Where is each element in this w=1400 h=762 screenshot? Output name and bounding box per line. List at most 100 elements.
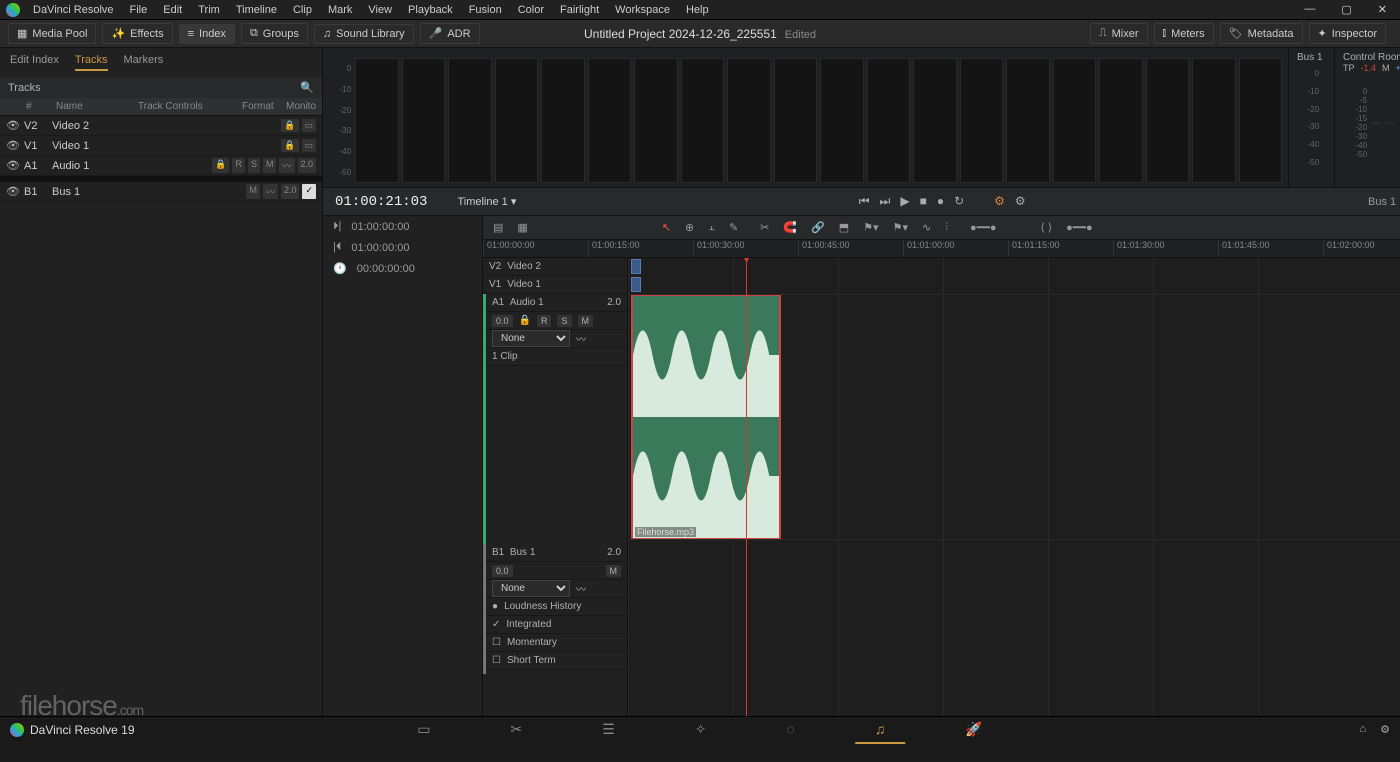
mute-button[interactable]: M: [246, 184, 260, 199]
menu-view[interactable]: View: [361, 2, 399, 18]
menu-timeline[interactable]: Timeline: [229, 2, 284, 18]
menu-trim[interactable]: Trim: [191, 2, 227, 18]
fast-forward-icon[interactable]: ⏭: [880, 194, 891, 209]
checkbox-icon[interactable]: ✓: [302, 184, 316, 199]
eye-icon[interactable]: 👁: [6, 185, 24, 198]
timeline-ruler[interactable]: 01:00:00:00 01:00:15:00 01:00:30:00 01:0…: [483, 240, 1400, 258]
effects-button[interactable]: ✨ Effects: [102, 23, 172, 44]
menu-mark[interactable]: Mark: [321, 2, 359, 18]
mute-button[interactable]: M: [578, 315, 594, 327]
index-button[interactable]: ≡ Index: [179, 24, 235, 44]
page-cut-icon[interactable]: ✂: [490, 716, 542, 744]
search-icon[interactable]: 🔍: [300, 81, 314, 94]
eye-icon[interactable]: 👁: [6, 139, 24, 152]
automation-icon[interactable]: ⚙: [994, 194, 1005, 209]
track-header-v1[interactable]: V1 Video 1: [483, 276, 627, 294]
timeline-selector[interactable]: Timeline 1 ▾: [457, 195, 516, 208]
mute-button[interactable]: M: [263, 158, 277, 173]
skip-prev-icon[interactable]: |⏴: [333, 241, 341, 254]
loop-icon[interactable]: ↻: [954, 194, 964, 209]
page-media-icon[interactable]: ▭: [397, 716, 450, 744]
magnet-icon[interactable]: 🧲: [783, 221, 797, 234]
marker-tool-icon[interactable]: ⬒: [839, 221, 849, 234]
page-edit-icon[interactable]: ☰: [582, 716, 635, 744]
track-row-a1[interactable]: 👁 A1 Audio 1 🔒 R S M 〰 2.0: [0, 156, 322, 176]
view-icon[interactable]: ▤: [493, 221, 503, 234]
waveform-icon[interactable]: ∿: [922, 221, 931, 234]
metadata-button[interactable]: 🏷 Metadata: [1220, 23, 1303, 44]
eye-icon[interactable]: 👁: [6, 119, 24, 132]
track-row-v1[interactable]: 👁 V1 Video 1 🔒▭: [0, 136, 322, 156]
record-button[interactable]: R: [232, 158, 245, 173]
stop-icon[interactable]: ■: [920, 194, 927, 209]
automation-settings-icon[interactable]: ⚙: [1015, 194, 1026, 209]
link-icon[interactable]: 🔗: [811, 221, 825, 234]
track-header-v2[interactable]: V2 Video 2: [483, 258, 627, 276]
rewind-icon[interactable]: ⏮: [859, 194, 870, 209]
minimize-icon[interactable]: —: [1297, 1, 1322, 18]
page-fairlight-icon[interactable]: ♫: [855, 716, 906, 744]
solo-button[interactable]: S: [248, 158, 260, 173]
menu-edit[interactable]: Edit: [156, 2, 189, 18]
skip-next-icon[interactable]: ⏵|: [333, 220, 341, 233]
menu-workspace[interactable]: Workspace: [608, 2, 677, 18]
home-icon[interactable]: ⌂: [1359, 723, 1366, 736]
menu-file[interactable]: File: [123, 2, 155, 18]
flag2-icon[interactable]: ⚑▾: [893, 221, 908, 234]
playhead[interactable]: [746, 258, 747, 716]
lock-icon[interactable]: 🔒: [281, 139, 298, 152]
menu-playback[interactable]: Playback: [401, 2, 460, 18]
solo-button[interactable]: S: [557, 315, 571, 327]
menu-color[interactable]: Color: [511, 2, 551, 18]
razor-tool-icon[interactable]: ✂: [760, 221, 769, 234]
grid-icon[interactable]: ▦: [517, 221, 527, 234]
automation-select[interactable]: None: [492, 580, 570, 597]
close-icon[interactable]: ✕: [1371, 1, 1394, 18]
track-row-v2[interactable]: 👁 V2 Video 2 🔒▭: [0, 116, 322, 136]
eye-icon[interactable]: 👁: [6, 159, 24, 172]
inspector-button[interactable]: ✦ Inspector: [1309, 23, 1386, 44]
video-clip[interactable]: [631, 259, 641, 274]
play-icon[interactable]: ▶: [900, 194, 909, 209]
pencil-tool-icon[interactable]: ✎: [729, 221, 738, 234]
curve-icon[interactable]: 〰: [279, 158, 294, 173]
curve-icon[interactable]: 〰: [576, 331, 586, 346]
media-pool-button[interactable]: ▦ Media Pool: [8, 23, 96, 44]
flag-icon[interactable]: ⚑▾: [863, 221, 878, 234]
page-color-icon[interactable]: ◌: [767, 716, 815, 744]
zoom-fit-icon[interactable]: ⟨ ⟩: [1040, 221, 1052, 234]
options-icon[interactable]: ⫶: [945, 221, 948, 234]
clock-icon[interactable]: 🕐: [333, 262, 347, 275]
lock-icon[interactable]: 🔒: [281, 119, 298, 132]
menu-fairlight[interactable]: Fairlight: [553, 2, 606, 18]
automation-select[interactable]: None: [492, 330, 570, 347]
page-fusion-icon[interactable]: ✧: [675, 716, 727, 744]
tab-edit-index[interactable]: Edit Index: [10, 54, 59, 71]
mixer-button[interactable]: ⎍ Mixer: [1090, 23, 1148, 44]
track-row-b1[interactable]: 👁 B1 Bus 1 M 〰 2.0 ✓: [0, 182, 322, 202]
tab-markers[interactable]: Markers: [124, 54, 164, 71]
curve-icon[interactable]: 〰: [576, 581, 586, 596]
menu-help[interactable]: Help: [679, 2, 716, 18]
track-header-b1[interactable]: B1 Bus 1 2.0 0.0 M None 〰 ●Lou: [483, 544, 627, 674]
timeline-content[interactable]: Filehorse.mp3: [628, 258, 1400, 716]
meters-button[interactable]: ⫾ Meters: [1154, 23, 1214, 44]
lock-icon[interactable]: 🔒: [519, 315, 531, 326]
selection-tool-icon[interactable]: ↖: [662, 221, 671, 234]
menu-clip[interactable]: Clip: [286, 2, 319, 18]
trim-tool-icon[interactable]: ⫠: [708, 221, 715, 234]
groups-button[interactable]: ⧉ Groups: [241, 23, 308, 44]
settings-icon[interactable]: ⚙: [1380, 723, 1390, 736]
curve-icon[interactable]: 〰: [263, 184, 278, 199]
tab-tracks[interactable]: Tracks: [75, 54, 108, 71]
page-deliver-icon[interactable]: 🚀: [945, 716, 1002, 744]
adr-button[interactable]: 🎤 ADR: [420, 23, 480, 44]
record-icon[interactable]: ●: [937, 194, 944, 209]
lock-icon[interactable]: 🔒: [212, 158, 229, 173]
track-header-a1[interactable]: A1 Audio 1 2.0 0.0 🔒 R S M: [483, 294, 627, 544]
mute-button[interactable]: M: [606, 565, 622, 577]
record-button[interactable]: R: [537, 315, 552, 327]
menu-fusion[interactable]: Fusion: [462, 2, 509, 18]
sound-library-button[interactable]: ♫ Sound Library: [314, 24, 414, 44]
maximize-icon[interactable]: ▢: [1334, 1, 1358, 18]
